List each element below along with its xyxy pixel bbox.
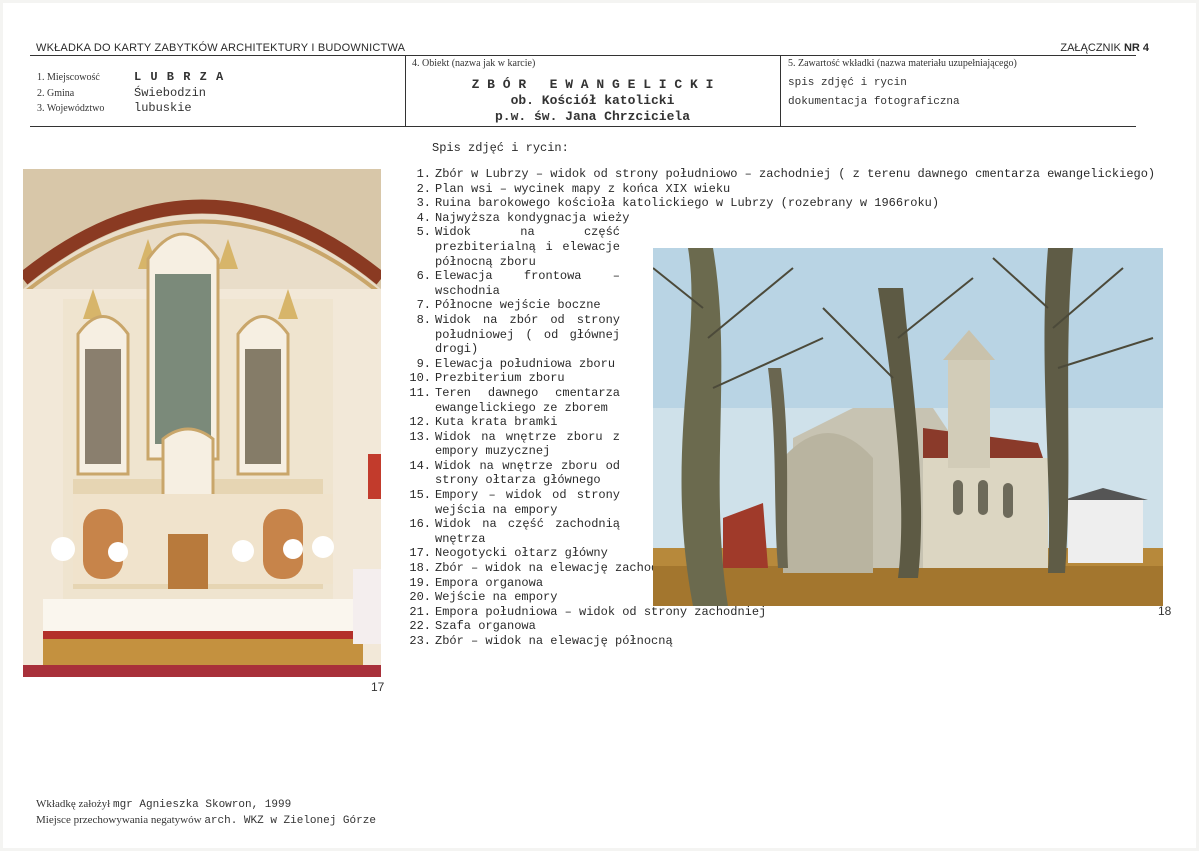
attachment-value: NR 4: [1123, 42, 1149, 54]
list-item-number: 17.: [409, 546, 431, 561]
label-locality: 1. Miejscowość: [37, 72, 100, 83]
list-item-text: Widok na część zachodnią wnętrza: [435, 517, 620, 546]
list-item-text: Elewacja frontowa – wschodnia: [435, 269, 620, 298]
footer-founded-value: mgr Agnieszka Skowron, 1999: [112, 799, 292, 811]
list-item-text: Widok na wnętrze zboru od strony ołtarza…: [435, 458, 620, 488]
list-item-number: 21.: [409, 604, 431, 619]
attachment-label: ZAŁĄCZNIK: [1060, 42, 1121, 54]
list-item: 21. Empora południowa – widok od strony z…: [398, 605, 1158, 620]
list-item-number: 2.: [416, 181, 431, 196]
list-item-text: Zbór w Lubrzy – widok od strony południo…: [435, 167, 1156, 181]
list-item: 2. Plan wsi – wycinek mapy z końca XIX wi…: [398, 182, 1158, 197]
list-item-number: 13.: [409, 429, 431, 444]
list-item-number: 14.: [409, 458, 431, 473]
list-item-text: Teren dawnego cmentarza ewangelickiego z…: [435, 385, 620, 415]
list-item: 22. Szafa organowa: [398, 619, 1158, 634]
altar-photo: [23, 169, 381, 677]
table-top-rule: [30, 55, 1136, 56]
footer-founded-label: Wkładkę założył: [36, 798, 111, 810]
right-photo-caption: 18: [1158, 604, 1172, 618]
list-item-number: 8.: [416, 312, 431, 327]
list-item-number: 1.: [416, 167, 431, 181]
list-item-text: Neogotycki ołtarz główny: [435, 546, 608, 561]
list-item-number: 12.: [409, 415, 431, 430]
object-subtitle: ob. Kościół katolicki: [510, 93, 675, 108]
list-item-number: 23.: [409, 634, 431, 648]
footer-storage: Miejsce przechowywania negatywów arch. W…: [36, 814, 376, 827]
list-item-number: 9.: [416, 356, 431, 371]
value-voivodeship: lubuskie: [134, 101, 192, 115]
footer-storage-value: arch. WKZ w Zielonej Górze: [204, 815, 376, 827]
list-item-number: 20.: [409, 590, 431, 605]
list-item-number: 22.: [409, 619, 431, 634]
value-commune: Świebodzin: [134, 86, 207, 100]
list-item: 23. Zbór – widok na elewację północną: [398, 634, 1158, 649]
label-voivodeship: 3. Województwo: [37, 103, 105, 114]
contents-line-2: dokumentacja fotograficzna: [788, 96, 960, 108]
list-item-text: Widok na zbór od strony południowej ( od…: [435, 312, 620, 357]
list-item-text: Widok na wnętrze zboru z empory muzyczne…: [435, 429, 620, 459]
list-title: Spis zdjęć i rycin:: [432, 141, 569, 155]
list-item: 3. Ruina barokowego kościoła katolickiego…: [398, 196, 1158, 211]
list-item-text: Zbór – widok na elewację północną: [435, 634, 673, 648]
list-item: 4. Najwyższa kondygnacja wieży: [398, 211, 1158, 226]
footer-storage-label: Miejsce przechowywania negatywów: [36, 814, 202, 826]
list-item-number: 19.: [409, 575, 431, 590]
left-photo-caption: 17: [371, 680, 385, 694]
footer-founded: Wkładkę założył mgr Agnieszka Skowron, 1…: [36, 798, 291, 811]
list-item-number: 18.: [409, 561, 431, 576]
list-item-number: 16.: [409, 517, 431, 532]
list-item-number: 15.: [409, 488, 431, 503]
object-name: Z B Ó R E W A N G E L I C K I: [471, 77, 714, 92]
value-locality: L U B R Z A: [134, 70, 225, 84]
list-item-number: 4.: [416, 210, 431, 225]
list-item-text: Empora południowa – widok od strony zach…: [435, 604, 767, 619]
label-contents: 5. Zawartość wkładki (nazwa materiału uz…: [788, 58, 1017, 69]
attachment-number: ZAŁĄCZNIK NR 4: [1060, 42, 1149, 54]
label-commune: 2. Gmina: [37, 88, 75, 99]
list-item-text: Szafa organowa: [435, 619, 536, 634]
table-divider-2: [780, 55, 781, 126]
list-item-number: 11.: [409, 385, 431, 400]
label-object: 4. Obiekt (nazwa jak w karcie): [412, 58, 536, 69]
contents-line-1: spis zdjęć i rycin: [788, 77, 907, 89]
list-item-text: Najwyższa kondygnacja wieży: [435, 210, 630, 225]
list-item-text: Widok na część prezbiterialną i elewacje…: [435, 225, 620, 269]
list-item-number: 7.: [416, 298, 431, 313]
list-item-text: Elewacja południowa zboru: [435, 356, 616, 371]
table-bottom-rule: [30, 126, 1136, 127]
list-item-text: Plan wsi – wycinek mapy z końca XIX wiek…: [435, 181, 731, 196]
list-item: 1. Zbór w Lubrzy – widok od strony połudn…: [398, 167, 1158, 182]
document-title: WKŁADKA DO KARTY ZABYTKÓW ARCHITEKTURY I…: [36, 42, 406, 54]
list-item-number: 3.: [416, 196, 431, 211]
list-item-number: 6.: [416, 269, 431, 284]
list-item-number: 10.: [409, 371, 431, 386]
list-item-text: Empory – widok od strony wejścia na empo…: [435, 488, 620, 517]
object-dedication: p.w. św. Jana Chrzciciela: [494, 109, 691, 124]
list-item-text: Ruina barokowego kościoła katolickiego w…: [435, 196, 940, 211]
church-photo: [653, 248, 1163, 606]
list-item-number: 5.: [416, 225, 431, 240]
